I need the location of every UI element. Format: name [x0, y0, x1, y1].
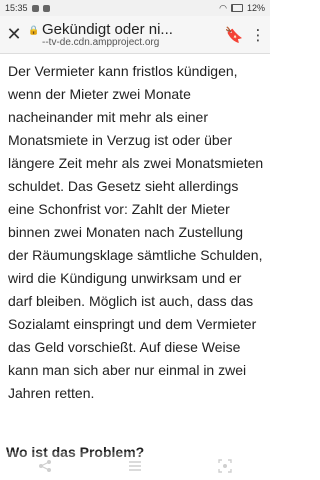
bookmark-icon[interactable]: 🔖: [222, 26, 246, 44]
page-title: Gekündigt oder ni...: [42, 21, 173, 38]
scan-icon[interactable]: [215, 456, 235, 476]
status-right: ◠ 12%: [219, 3, 265, 14]
status-left: 15:35: [5, 3, 50, 13]
notification-icon: [42, 4, 50, 12]
battery-icon: [230, 4, 243, 12]
notification-icon: [31, 4, 39, 12]
bottom-toolbar: [0, 452, 270, 480]
status-bar: 15:35 ◠ 12%: [0, 0, 270, 16]
article-body: Der Vermieter kann fristlos kündigen, we…: [8, 60, 264, 405]
browser-toolbar: ✕ 🔒 Gekündigt oder ni... --tv-de.cdn.amp…: [0, 16, 270, 54]
menu-icon[interactable]: ⋮: [246, 26, 270, 44]
wifi-icon: ◠: [219, 2, 227, 13]
status-time: 15:35: [5, 3, 28, 13]
share-icon[interactable]: [35, 456, 55, 476]
page-url: --tv-de.cdn.ampproject.org: [42, 37, 160, 48]
battery-level: 12%: [246, 3, 265, 13]
list-icon[interactable]: [125, 456, 145, 476]
address-area[interactable]: Gekündigt oder ni... --tv-de.cdn.ampproj…: [42, 21, 222, 48]
article-paragraph: Der Vermieter kann fristlos kündigen, we…: [8, 63, 264, 401]
lock-icon: 🔒: [28, 25, 40, 35]
close-button[interactable]: ✕: [0, 24, 28, 45]
